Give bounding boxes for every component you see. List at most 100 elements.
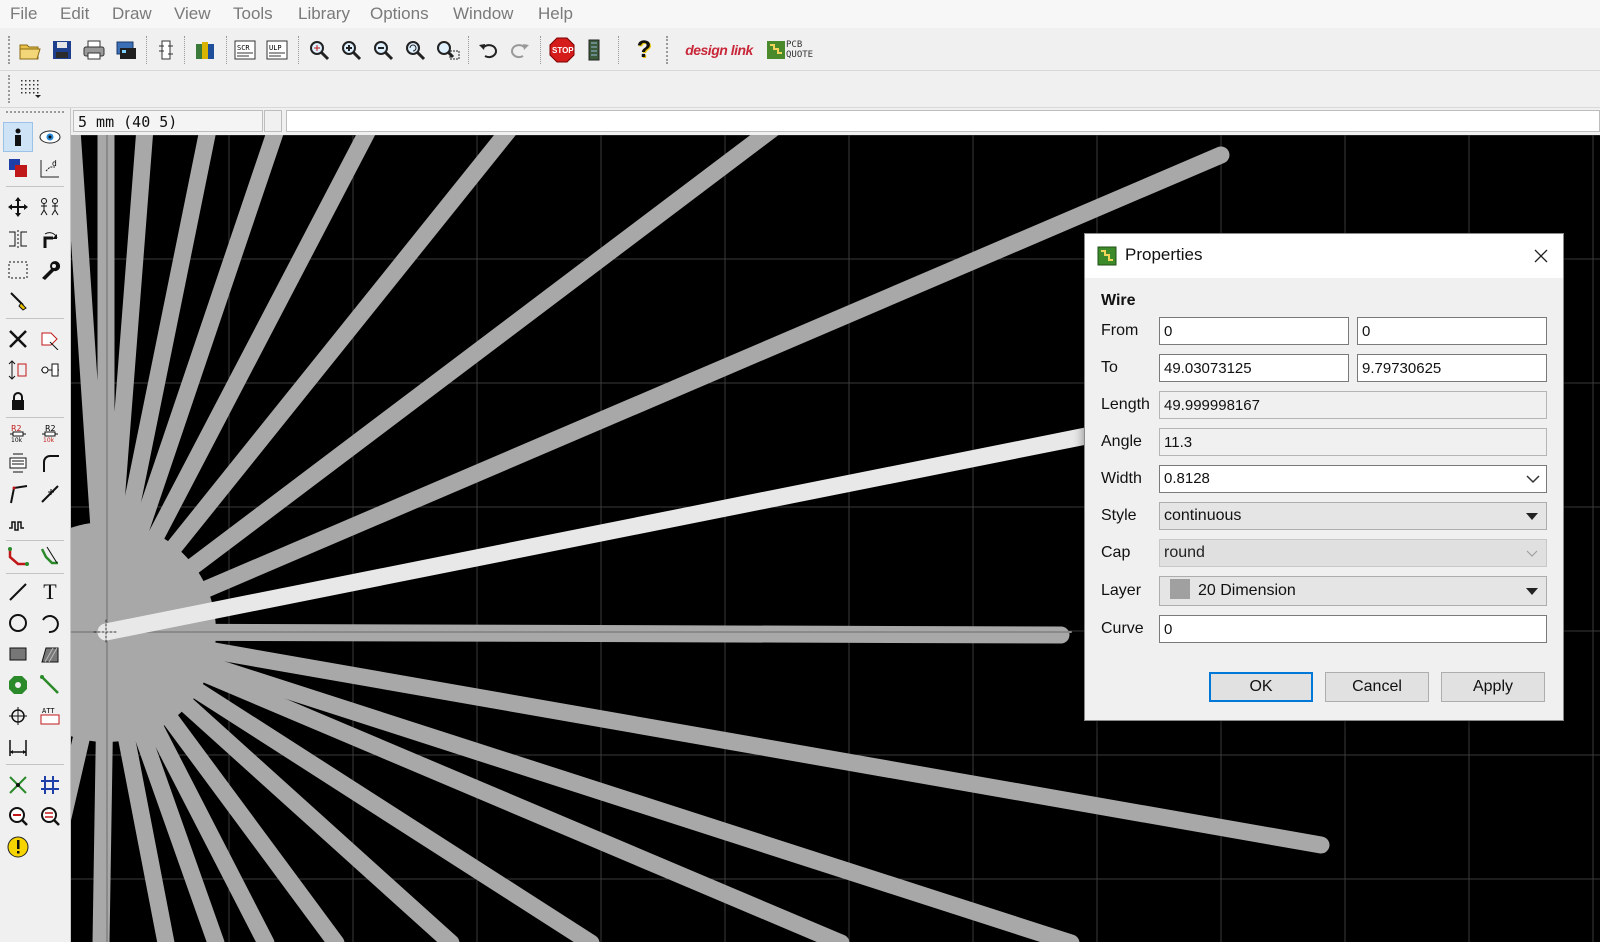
ripup-icon[interactable] — [35, 541, 65, 571]
errors-icon[interactable] — [3, 832, 33, 862]
close-icon[interactable] — [1525, 240, 1557, 272]
ulp-icon[interactable]: ULP — [264, 36, 292, 64]
to-x-field[interactable] — [1159, 354, 1349, 382]
signal-icon[interactable] — [35, 670, 65, 700]
polygon-icon[interactable] — [35, 639, 65, 669]
attribute-label: ATT — [42, 707, 55, 715]
undo-icon[interactable] — [474, 36, 502, 64]
erc-icon[interactable] — [3, 801, 33, 831]
menu-draw[interactable]: Draw — [112, 4, 152, 24]
layer-select[interactable]: 20 Dimension — [1159, 576, 1547, 606]
grid-dots-icon[interactable] — [16, 75, 44, 103]
lock-icon[interactable] — [3, 386, 33, 416]
drc-icon[interactable] — [580, 36, 608, 64]
wire-line-icon[interactable] — [3, 577, 33, 607]
add-part-icon[interactable] — [35, 324, 65, 354]
menu-window[interactable]: Window — [453, 4, 513, 24]
show-eye-icon[interactable] — [35, 122, 65, 152]
board-switch-icon[interactable] — [152, 36, 180, 64]
pcbquote-label: PCB QUOTE — [786, 40, 814, 60]
chevron-down-icon — [1526, 550, 1538, 557]
route-icon[interactable] — [3, 541, 33, 571]
hole-icon[interactable] — [3, 701, 33, 731]
menu-view[interactable]: View — [174, 4, 211, 24]
move-icon[interactable] — [3, 192, 33, 222]
menu-tools[interactable]: Tools — [233, 4, 273, 24]
library-icon[interactable] — [192, 36, 220, 64]
zoom-fit-icon[interactable] — [306, 36, 334, 64]
stop-icon[interactable]: STOP — [548, 36, 576, 64]
rotate-icon[interactable] — [35, 224, 65, 254]
rectangle-icon[interactable] — [3, 639, 33, 669]
open-icon[interactable] — [16, 36, 44, 64]
smash-icon[interactable] — [3, 448, 33, 478]
optimize-icon[interactable] — [35, 479, 65, 509]
menu-options[interactable]: Options — [370, 4, 429, 24]
delete-icon[interactable] — [3, 324, 33, 354]
redo-icon[interactable] — [506, 36, 534, 64]
style-label: Style — [1101, 507, 1137, 524]
apply-button[interactable]: Apply — [1441, 672, 1545, 702]
from-x-field[interactable] — [1159, 317, 1349, 345]
wire[interactable] — [97, 146, 1230, 641]
autorouter-icon[interactable] — [35, 770, 65, 800]
mark-icon[interactable]: d — [35, 153, 65, 183]
zoom-redraw-icon[interactable] — [402, 36, 430, 64]
pinswap-icon[interactable] — [3, 355, 33, 385]
text-tool-icon[interactable]: T — [35, 577, 65, 607]
zoom-out-icon[interactable] — [370, 36, 398, 64]
circle-icon[interactable] — [3, 608, 33, 638]
info-tool-icon[interactable] — [3, 122, 33, 152]
ok-button[interactable]: OK — [1209, 672, 1313, 702]
menu-file[interactable]: File — [10, 4, 37, 24]
name-icon[interactable]: R2 10k — [3, 417, 33, 447]
miter-icon[interactable] — [35, 448, 65, 478]
arc-icon[interactable] — [35, 608, 65, 638]
style-select[interactable]: continuous — [1159, 502, 1547, 530]
menu-help[interactable]: Help — [538, 4, 573, 24]
dimension-icon[interactable] — [3, 732, 33, 762]
layer-display-icon[interactable] — [3, 153, 33, 183]
length-label: Length — [1101, 396, 1150, 413]
width-value: 0.8128 — [1164, 470, 1210, 487]
copy-icon[interactable] — [35, 192, 65, 222]
ratsnest-icon[interactable] — [3, 770, 33, 800]
meander-icon[interactable] — [3, 510, 33, 540]
group-icon[interactable] — [3, 255, 33, 285]
svg-text:SCR: SCR — [237, 44, 250, 52]
zoom-area-icon[interactable] — [434, 36, 462, 64]
via-icon[interactable] — [3, 670, 33, 700]
menu-library[interactable]: Library — [298, 4, 350, 24]
selected-wire[interactable] — [97, 426, 1100, 641]
help-icon[interactable]: ? — [630, 36, 658, 64]
attribute-icon[interactable]: ATT — [35, 701, 65, 731]
designlink-button[interactable]: design link — [684, 36, 754, 64]
split-icon[interactable] — [3, 479, 33, 509]
pcbquote-button[interactable]: PCB QUOTE — [764, 36, 822, 64]
toolbar-grip[interactable] — [8, 36, 13, 64]
value-icon[interactable]: R2 10k — [35, 417, 65, 447]
to-y-field[interactable] — [1357, 354, 1547, 382]
svg-text:10k: 10k — [11, 437, 23, 443]
print-icon[interactable] — [80, 36, 108, 64]
menu-bar: File Edit Draw View Tools Library Option… — [0, 0, 1600, 28]
cam-icon[interactable] — [112, 36, 140, 64]
drc-check-icon[interactable] — [35, 801, 65, 831]
command-history-button[interactable] — [264, 110, 282, 132]
gateswap-icon[interactable] — [35, 355, 65, 385]
save-icon[interactable] — [48, 36, 76, 64]
section-heading: Wire — [1101, 292, 1136, 309]
dialog-titlebar[interactable]: Properties — [1085, 234, 1563, 278]
from-y-field[interactable] — [1357, 317, 1547, 345]
change-wrench-icon[interactable] — [35, 255, 65, 285]
width-combobox[interactable]: 0.8128 — [1159, 465, 1547, 493]
zoom-in-icon[interactable] — [338, 36, 366, 64]
mirror-icon[interactable] — [3, 224, 33, 254]
command-line-input[interactable] — [286, 110, 1600, 132]
cancel-button[interactable]: Cancel — [1325, 672, 1429, 702]
curve-field[interactable] — [1159, 615, 1547, 643]
script-icon[interactable]: SCR — [232, 36, 260, 64]
menu-edit[interactable]: Edit — [60, 4, 89, 24]
paint-icon[interactable] — [3, 286, 33, 316]
cap-select: round — [1159, 539, 1547, 567]
